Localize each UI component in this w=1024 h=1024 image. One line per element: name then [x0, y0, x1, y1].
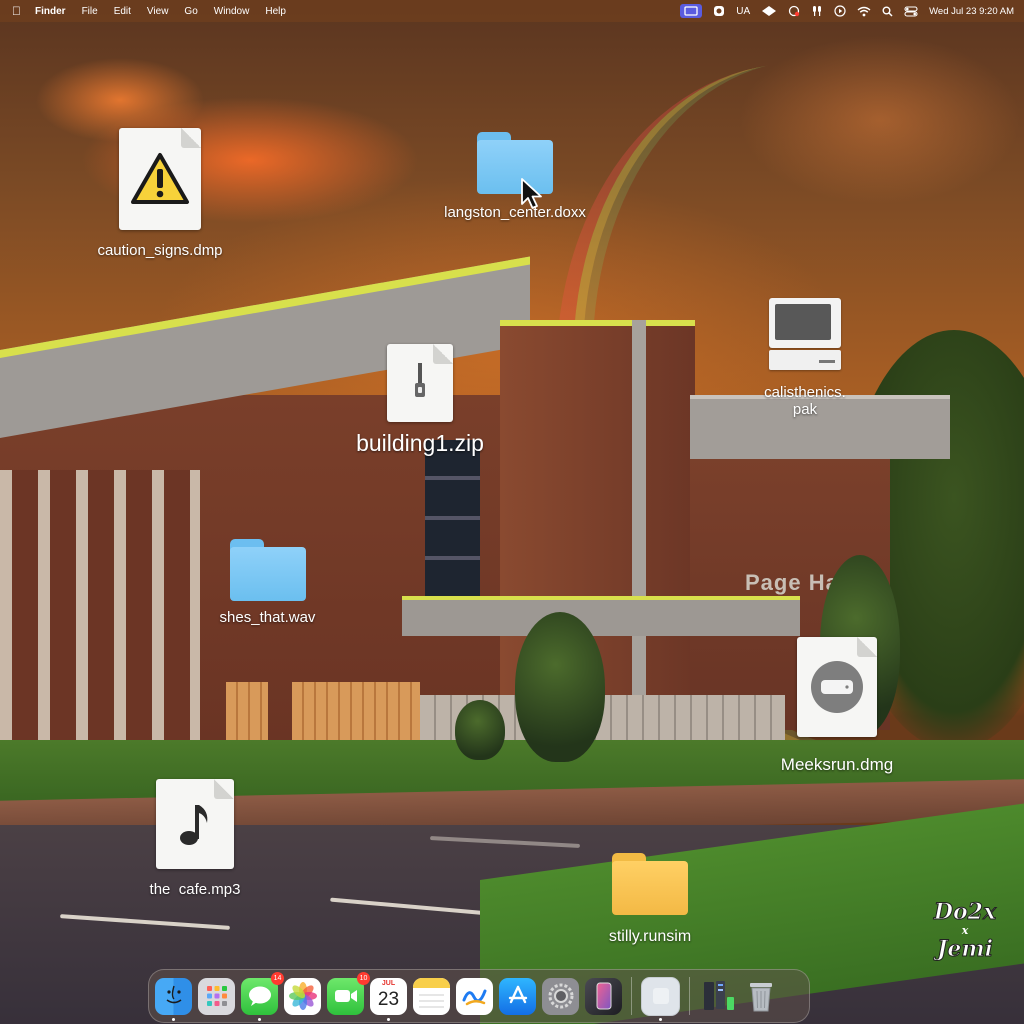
- trash-icon: [749, 983, 772, 1012]
- artist-signature-watermark: Do2x x Jemi: [930, 899, 1000, 1010]
- wallpaper-shrub: [455, 700, 505, 760]
- desktop-folder-stilly-runsim[interactable]: stilly.runsim: [580, 853, 720, 946]
- audio-file-icon: [156, 779, 234, 869]
- desktop-file-caution-signs[interactable]: caution_signs.dmp: [80, 128, 240, 259]
- menu-view[interactable]: View: [147, 6, 169, 17]
- menu-help[interactable]: Help: [265, 6, 286, 17]
- play-icon[interactable]: [834, 4, 846, 18]
- search-icon[interactable]: [882, 4, 893, 18]
- desktop-folder-shes-that[interactable]: shes_that.wav: [195, 539, 340, 626]
- mouse-pointer-icon: [521, 178, 542, 209]
- desktop-file-the-cafe-mp3[interactable]: the cafe.mp3: [120, 779, 270, 898]
- menu-bar:  Finder File Edit View Go Window Help U…: [0, 0, 1024, 22]
- running-indicator: [659, 1017, 662, 1021]
- calendar-day: 23: [377, 988, 400, 1010]
- archive-icon: [387, 344, 453, 422]
- dock-calendar[interactable]: JUL 23: [370, 977, 407, 1021]
- wallpaper-tower-pillar: [632, 320, 646, 700]
- airpods-icon[interactable]: [811, 4, 823, 18]
- dock-trash[interactable]: [742, 978, 779, 1015]
- wallpaper-canopy: [402, 596, 800, 636]
- desktop-folder-langston-center[interactable]: langston_center.doxx: [420, 132, 610, 221]
- disk-image-icon: [797, 637, 877, 737]
- notes-icon: [413, 977, 450, 1007]
- blank-app-icon: [652, 988, 669, 1004]
- downloads-stack-icon: [703, 981, 734, 1010]
- calendar-month: JUL: [381, 979, 396, 987]
- dock-notes[interactable]: [413, 977, 450, 1015]
- desktop-file-label: building1.zip: [356, 430, 484, 456]
- launchpad-icon: [206, 986, 227, 1006]
- desktop-folder-label: langston_center.doxx: [444, 204, 586, 221]
- apple-icon[interactable]: : [12, 4, 21, 18]
- desktop-file-label: caution_signs.dmp: [97, 242, 223, 259]
- freeform-icon: [462, 989, 486, 1006]
- notification-badge: 14: [271, 971, 284, 985]
- notification-badge: 10: [357, 971, 370, 985]
- folder-icon: [612, 853, 688, 915]
- dock: 14 10 JUL 23: [148, 969, 810, 1023]
- iphone-mirroring-icon: [596, 982, 611, 1010]
- wifi-icon[interactable]: [857, 4, 871, 18]
- folder-icon: [229, 539, 306, 601]
- menu-bar-status: UA Wed Jul 23 9:20 AM: [680, 4, 1024, 18]
- menu-finder[interactable]: Finder: [35, 6, 66, 17]
- wallpaper-window: [425, 440, 480, 600]
- vpn-icon[interactable]: [713, 4, 725, 18]
- settings-icon: [548, 983, 573, 1009]
- running-indicator: [387, 1017, 390, 1021]
- dock-separator: [689, 977, 690, 1015]
- wallpaper-columns: [0, 470, 200, 745]
- dock-iphone-mirroring[interactable]: [585, 977, 622, 1015]
- input-source-indicator[interactable]: UA: [736, 4, 750, 18]
- photos-icon: [288, 982, 317, 1010]
- dock-launchpad[interactable]: [198, 977, 235, 1015]
- finder-icon: [166, 985, 181, 1004]
- dock-finder[interactable]: [155, 977, 192, 1021]
- menu-go[interactable]: Go: [184, 6, 197, 17]
- menu-edit[interactable]: Edit: [114, 6, 131, 17]
- watermark-line: Jemi: [936, 936, 994, 963]
- dock-facetime[interactable]: 10: [327, 971, 370, 1015]
- running-indicator: [258, 1017, 261, 1021]
- facetime-icon: [334, 990, 357, 1002]
- dock-system-settings[interactable]: [542, 977, 579, 1015]
- dock-blank-app[interactable]: [641, 976, 680, 1021]
- desktop-file-label: Meeksrun.dmg: [780, 755, 894, 774]
- zipper-icon: [415, 363, 425, 397]
- desktop-folder-label: shes_that.wav: [219, 609, 316, 626]
- wallpaper-tree: [515, 612, 605, 762]
- dock-freeform[interactable]: [456, 977, 493, 1015]
- dock-separator: [631, 977, 632, 1015]
- document-icon: [119, 128, 201, 230]
- desktop-file-label: the cafe.mp3: [149, 881, 241, 898]
- app-store-icon: [508, 985, 527, 1004]
- diamond-icon[interactable]: [761, 4, 777, 18]
- watermark-line: Do2x: [933, 899, 997, 925]
- warning-icon: [131, 153, 189, 204]
- desktop-file-meeksrun-dmg[interactable]: Meeksrun.dmg: [762, 637, 912, 775]
- desktop-file-building1-zip[interactable]: building1.zip: [340, 344, 500, 456]
- desktop-folder-label: stilly.runsim: [608, 928, 692, 945]
- music-note-icon: [180, 805, 208, 845]
- running-indicator: [172, 1017, 175, 1021]
- dock-messages[interactable]: 14: [241, 971, 284, 1021]
- menu-bar-clock[interactable]: Wed Jul 23 9:20 AM: [929, 6, 1014, 17]
- disk-icon: [811, 661, 863, 713]
- screen-share-icon[interactable]: [680, 4, 703, 18]
- menu-file[interactable]: File: [82, 6, 98, 17]
- desktop-file-calisthenics-pak[interactable]: calisthenics. pak: [745, 298, 865, 419]
- dock-photos[interactable]: [284, 977, 321, 1015]
- computer-icon: [767, 298, 843, 374]
- messages-icon: [248, 986, 271, 1006]
- desktop-file-label: calisthenics. pak: [764, 384, 846, 419]
- menu-window[interactable]: Window: [214, 6, 250, 17]
- control-center-icon[interactable]: [904, 4, 918, 18]
- dock-downloads-stack[interactable]: [699, 978, 736, 1015]
- dock-app-store[interactable]: [499, 977, 536, 1015]
- menu-bar-left:  Finder File Edit View Go Window Help: [0, 4, 302, 18]
- record-icon[interactable]: [788, 4, 800, 18]
